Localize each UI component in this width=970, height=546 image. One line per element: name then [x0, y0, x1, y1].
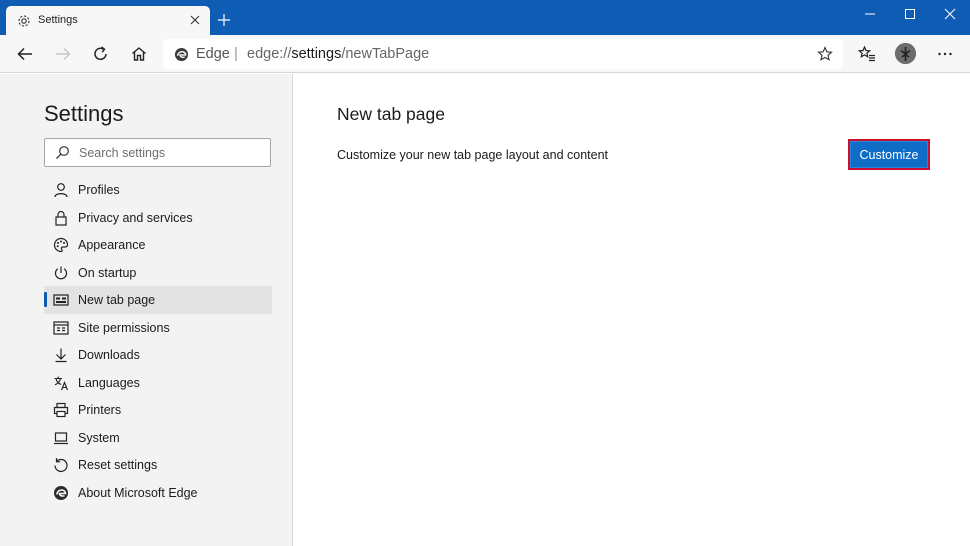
- sidebar-item-label: Appearance: [78, 238, 146, 252]
- sidebar-item-label: On startup: [78, 265, 137, 280]
- sidebar-item-label: System: [78, 430, 120, 445]
- sidebar-item-label: Reset settings: [78, 458, 158, 472]
- url-suffix: /newTabPage: [341, 46, 430, 62]
- edge-logo-icon: [174, 47, 189, 62]
- back-arrow-icon[interactable]: [15, 44, 35, 64]
- sidebar-item-reset-settings[interactable]: Reset settings: [44, 451, 272, 479]
- url-path: settings: [291, 46, 342, 62]
- gear-icon: [17, 14, 31, 28]
- forward-arrow-icon[interactable]: [53, 44, 73, 64]
- customize-button[interactable]: Customize: [848, 139, 930, 170]
- sidebar-item-label: Profiles: [78, 183, 120, 197]
- sidebar-item-label: About Microsoft Edge: [78, 485, 198, 500]
- sidebar-item-privacy[interactable]: Privacy and services: [44, 204, 272, 232]
- page-title: New tab page: [337, 104, 445, 124]
- sidebar-item-label: Printers: [78, 403, 122, 417]
- sidebar-item-label: Site permissions: [78, 320, 170, 335]
- sidebar-item-label: New tab page: [78, 293, 156, 307]
- palette-icon: [53, 237, 69, 253]
- settings-sidebar: Settings Profiles Privacy and services A…: [0, 74, 293, 546]
- address-bar[interactable]: Edge | edge://settings/newTabPage: [163, 39, 843, 69]
- search-icon: [55, 145, 70, 160]
- settings-nav: Profiles Privacy and services Appearance…: [44, 176, 272, 506]
- reset-icon: [53, 457, 69, 473]
- favorites-list-icon[interactable]: [857, 44, 877, 64]
- site-permissions-icon: [53, 320, 69, 336]
- sidebar-item-about-edge[interactable]: About Microsoft Edge: [44, 479, 272, 507]
- refresh-icon[interactable]: [91, 44, 111, 64]
- search-input[interactable]: [79, 143, 264, 162]
- sidebar-item-downloads[interactable]: Downloads: [44, 341, 272, 369]
- sidebar-title: Settings: [44, 101, 124, 126]
- toolbar: Edge | edge://settings/newTabPage: [0, 35, 970, 73]
- edge-logo-icon: [53, 485, 69, 501]
- title-bar: Settings: [0, 0, 970, 35]
- sidebar-item-label: Privacy and services: [78, 210, 193, 225]
- languages-icon: [53, 375, 69, 391]
- more-options-icon[interactable]: [935, 44, 955, 64]
- sidebar-item-printers[interactable]: Printers: [44, 396, 272, 424]
- tab-title: Settings: [38, 14, 78, 26]
- site-label: Edge: [196, 46, 230, 62]
- sidebar-item-system[interactable]: System: [44, 424, 272, 452]
- sidebar-item-languages[interactable]: Languages: [44, 369, 272, 397]
- close-window-icon[interactable]: [939, 6, 961, 22]
- settings-tab[interactable]: Settings: [6, 6, 210, 35]
- new-tab-plus-icon[interactable]: [217, 13, 231, 27]
- url-text[interactable]: edge://settings/newTabPage: [247, 46, 429, 62]
- person-icon: [53, 182, 69, 198]
- sidebar-item-site-permissions[interactable]: Site permissions: [44, 314, 272, 342]
- favorite-star-icon[interactable]: [817, 46, 833, 62]
- sidebar-item-profiles[interactable]: Profiles: [44, 176, 272, 204]
- sidebar-item-appearance[interactable]: Appearance: [44, 231, 272, 259]
- lock-icon: [53, 210, 69, 226]
- main-content: New tab page Customize your new tab page…: [294, 74, 970, 546]
- laptop-icon: [53, 430, 69, 446]
- sidebar-item-label: Languages: [78, 375, 140, 390]
- url-prefix: edge://: [247, 46, 292, 62]
- customize-description: Customize your new tab page layout and c…: [337, 148, 609, 162]
- sidebar-item-new-tab-page[interactable]: New tab page: [44, 286, 272, 314]
- home-icon[interactable]: [129, 44, 149, 64]
- printer-icon: [53, 402, 69, 418]
- profile-avatar[interactable]: [895, 43, 916, 64]
- maximize-icon[interactable]: [899, 6, 921, 22]
- download-icon: [53, 347, 69, 363]
- search-box[interactable]: [44, 138, 271, 167]
- new-tab-page-icon: [53, 292, 69, 308]
- power-icon: [53, 265, 69, 281]
- sidebar-item-label: Downloads: [78, 348, 140, 362]
- sidebar-item-on-startup[interactable]: On startup: [44, 259, 272, 287]
- close-tab-icon[interactable]: [189, 14, 201, 26]
- address-separator: |: [234, 45, 238, 62]
- minimize-icon[interactable]: [859, 6, 881, 22]
